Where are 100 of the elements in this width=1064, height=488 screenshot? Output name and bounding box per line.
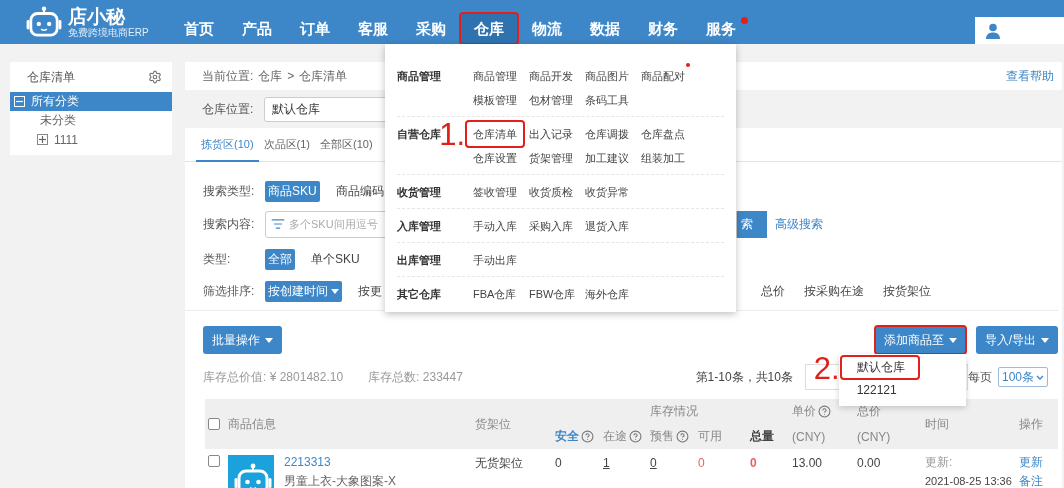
filter-label: 类型:: [203, 250, 232, 268]
filter-option[interactable]: 商品SKU: [265, 180, 320, 202]
robot-logo-icon: [25, 6, 63, 38]
stat-text: 库存总价值: ¥ 2801482.10: [203, 368, 344, 386]
user-menu[interactable]: [975, 17, 1064, 44]
sku-link[interactable]: 2213313: [284, 455, 396, 470]
menu-item[interactable]: 出入记录: [522, 121, 580, 147]
menu-section-title: 出库管理: [397, 253, 441, 268]
tree-item[interactable]: 所有分类: [10, 92, 172, 111]
breadcrumb-item[interactable]: 仓库: [258, 67, 283, 85]
collapse-icon[interactable]: [14, 96, 25, 107]
menu-item[interactable]: 签收管理: [466, 179, 524, 205]
filter-option[interactable]: 按更: [355, 280, 385, 302]
action-link[interactable]: 更新: [1019, 455, 1058, 470]
time-label: 更新:: [925, 455, 954, 470]
user-icon: [985, 22, 1001, 39]
column-header: 单价: [792, 403, 831, 420]
nav-item[interactable]: 采购: [402, 13, 460, 44]
filter-option[interactable]: 单个SKU: [308, 248, 363, 270]
action-link[interactable]: 备注: [1019, 474, 1058, 488]
table-cell-text: 0: [698, 455, 706, 471]
filter-label: 筛选排序:: [203, 282, 256, 300]
tab[interactable]: 次品区(1): [258, 128, 315, 162]
menu-item[interactable]: 组装加工: [634, 145, 692, 171]
menu-item[interactable]: 手动出库: [466, 247, 524, 273]
menu-item[interactable]: 退货入库: [578, 213, 636, 239]
table-cell[interactable]: 0: [650, 455, 698, 471]
nav-item[interactable]: 服务: [692, 13, 750, 44]
filter-label: 搜索内容:: [203, 215, 256, 233]
nav-item[interactable]: 财务: [634, 13, 692, 44]
filter-option[interactable]: 全部: [265, 248, 295, 270]
column-header: 货架位: [475, 415, 511, 433]
table-cell-text: 0: [750, 455, 758, 471]
sidebar-title: 仓库清单: [27, 68, 75, 86]
column-header: 总价: [857, 403, 881, 420]
menu-item[interactable]: 仓库盘点: [634, 121, 692, 147]
filter-option[interactable]: 按创建时间: [265, 280, 342, 302]
caret-icon: [265, 337, 273, 343]
menu-item[interactable]: 模板管理: [466, 87, 524, 113]
column-header[interactable]: 总量: [750, 428, 774, 445]
product-name: 男童上衣-大象图案-X: [284, 474, 396, 488]
menu-item[interactable]: 收货质检: [522, 179, 580, 205]
column-header: 操作: [1019, 415, 1043, 433]
tab[interactable]: 拣货区(10): [196, 128, 259, 162]
menu-item[interactable]: FBA仓库: [466, 281, 524, 307]
search-button[interactable]: 索: [737, 210, 767, 238]
nav-item[interactable]: 首页: [170, 13, 228, 44]
menu-section-title: 入库管理: [397, 219, 441, 234]
caret-icon: [331, 288, 339, 294]
menu-section-title: 收货管理: [397, 185, 441, 200]
settings-icon[interactable]: [148, 70, 162, 84]
per-page-select[interactable]: 100条: [997, 367, 1048, 387]
menu-item[interactable]: 仓库设置: [466, 145, 524, 171]
filter-option[interactable]: 按货架位: [880, 280, 934, 302]
table-cell[interactable]: 1: [603, 455, 650, 471]
nav-item[interactable]: 仓库: [460, 13, 518, 44]
filter-option[interactable]: 总价: [758, 280, 788, 302]
menu-item[interactable]: 商品开发: [522, 63, 580, 89]
tree-item[interactable]: 未分类: [10, 111, 172, 130]
breadcrumb-item[interactable]: 仓库清单: [299, 67, 348, 85]
filter-option[interactable]: 商品编码: [332, 180, 387, 202]
table-cell-text: 0: [555, 455, 563, 471]
menu-item[interactable]: 仓库调拨: [578, 121, 636, 147]
menu-item[interactable]: 加工建议: [578, 145, 636, 171]
checkbox[interactable]: [208, 418, 220, 430]
menu-item[interactable]: 商品配对: [634, 63, 692, 89]
nav-item[interactable]: 客服: [344, 13, 402, 44]
tab[interactable]: 全部区(10): [315, 128, 378, 162]
bulk-actions-button[interactable]: 批量操作: [203, 326, 282, 354]
menu-section-title: 商品管理: [397, 69, 441, 84]
menu-section-title: 自营仓库: [397, 127, 441, 142]
caret-icon: [1041, 337, 1049, 343]
filter-label: 搜索类型:: [203, 182, 256, 200]
menu-item[interactable]: 手动入库: [466, 213, 524, 239]
menu-item[interactable]: 收货异常: [578, 179, 636, 205]
nav-item[interactable]: 物流: [518, 13, 576, 44]
expand-icon[interactable]: [37, 134, 48, 145]
nav-item[interactable]: 订单: [286, 13, 344, 44]
nav-item[interactable]: 产品: [228, 13, 286, 44]
nav-item[interactable]: 数据: [576, 13, 634, 44]
filter-option[interactable]: 按采购在途: [801, 280, 867, 302]
advanced-search-link[interactable]: 高级搜索: [775, 215, 823, 233]
logo-tagline: 免费跨境电商ERP: [68, 27, 149, 38]
menu-item[interactable]: 包材管理: [522, 87, 580, 113]
help-link[interactable]: 查看帮助: [1006, 67, 1054, 85]
menu-item[interactable]: 条码工具: [578, 87, 636, 113]
menu-item[interactable]: 采购入库: [522, 213, 580, 239]
tree-item[interactable]: 1111: [10, 130, 172, 149]
menu-item[interactable]: 货架管理: [522, 145, 580, 171]
chevron-down-icon: [1036, 374, 1044, 380]
column-unit: (CNY): [857, 429, 891, 444]
import-export-button[interactable]: 导入/导出: [975, 326, 1058, 354]
add-products-button[interactable]: 添加商品至: [874, 326, 966, 354]
step-number: 2.: [813, 352, 840, 383]
timestamp: 2021-08-25 13:36: [925, 474, 1013, 488]
menu-item[interactable]: 商品管理: [466, 63, 524, 89]
checkbox[interactable]: [208, 455, 220, 467]
breadcrumb-label: 当前位置:: [202, 67, 254, 85]
menu-item[interactable]: 商品图片: [578, 63, 636, 89]
menu-item[interactable]: 122121: [840, 379, 911, 402]
